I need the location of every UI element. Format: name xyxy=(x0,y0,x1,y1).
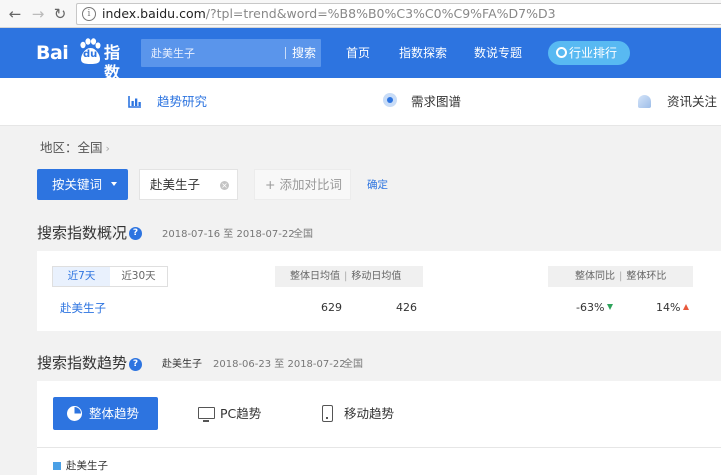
tab-pc-trend-label: PC趋势 xyxy=(220,406,262,421)
overview-date-range: 2018-07-16 至 2018-07-22 xyxy=(162,229,295,240)
region-label: 地区：全国 xyxy=(40,140,103,155)
tab-last-7-days[interactable]: 近7天 xyxy=(53,267,110,286)
demand-map-icon xyxy=(383,93,397,107)
sub-navigation: 趋势研究 需求图谱 资讯关注 xyxy=(0,78,721,126)
add-compare-button[interactable]: + 添加对比词 xyxy=(254,169,351,200)
overall-avg-value: 629 xyxy=(321,301,342,314)
url-text[interactable]: index.baidu.com/?tpl=trend&word=%B8%B0%C… xyxy=(102,6,556,22)
trend-chart-icon xyxy=(128,96,141,108)
tab-mobile-trend[interactable]: 移动趋势 xyxy=(322,397,394,430)
yoy-header: 整体同比 xyxy=(575,271,615,282)
trend-title: 搜索指数趋势 xyxy=(37,354,128,372)
info-focus-icon xyxy=(638,95,651,108)
site-info-icon[interactable]: i xyxy=(82,7,96,21)
nav-index-explore[interactable]: 指数探索 xyxy=(399,45,447,61)
yoy-value: -63% xyxy=(576,301,605,314)
keyword-chip[interactable]: 赴美生子 × xyxy=(139,169,238,200)
logo-text: Bai xyxy=(36,42,69,64)
yoy-value-cell: -63% xyxy=(576,301,614,315)
tab-overall-trend-label: 整体趋势 xyxy=(89,406,140,421)
caret-down-icon xyxy=(111,182,117,186)
search-input[interactable] xyxy=(141,39,279,67)
header-separator: | xyxy=(619,271,623,282)
ratio-column-headers: 整体同比 | 整体环比 xyxy=(548,266,693,287)
logo-du: du xyxy=(83,49,98,60)
legend-label[interactable]: 赴美生子 xyxy=(66,460,108,472)
browser-toolbar: ← → ↻ i index.baidu.com/?tpl=trend&word=… xyxy=(0,0,721,28)
search-button[interactable]: 搜索 xyxy=(287,39,321,67)
industry-rank-label: 行业排行 xyxy=(569,46,618,60)
pie-chart-icon xyxy=(67,406,82,421)
overview-keyword-link[interactable]: 赴美生子 xyxy=(60,301,106,315)
legend-swatch xyxy=(53,462,61,470)
tab-trend-research[interactable]: 趋势研究 xyxy=(128,78,218,126)
trend-divider xyxy=(37,447,721,448)
tab-info-focus[interactable]: 资讯关注 xyxy=(638,78,721,126)
down-arrow-icon xyxy=(607,304,614,310)
url-path: /?tpl=trend&word=%B8%B0%C3%C0%C9%FA%D7%D… xyxy=(205,6,556,21)
tab-info-focus-label: 资讯关注 xyxy=(667,94,718,109)
overview-card xyxy=(37,251,721,331)
header-search: 搜索 xyxy=(141,39,321,67)
trend-help-icon[interactable]: ? xyxy=(129,358,142,371)
overall-avg-header: 整体日均值 xyxy=(290,271,340,282)
nav-home[interactable]: 首页 xyxy=(346,45,370,61)
search-divider xyxy=(285,47,286,59)
rank-icon xyxy=(556,47,567,58)
tab-pc-trend[interactable]: PC趋势 xyxy=(198,397,261,430)
overview-region: 全国 xyxy=(293,229,313,240)
region-selector[interactable]: 地区：全国 › xyxy=(40,140,110,157)
url-host: index.baidu.com xyxy=(102,6,206,21)
mom-value: 14% xyxy=(656,301,681,314)
up-arrow-icon xyxy=(683,304,690,310)
mobile-avg-header: 移动日均值 xyxy=(351,271,402,282)
mobile-avg-value: 426 xyxy=(396,301,417,314)
chevron-right-icon: › xyxy=(105,142,110,155)
clear-keyword-icon[interactable]: × xyxy=(220,181,229,190)
overview-help-icon[interactable]: ? xyxy=(129,227,142,240)
avg-column-headers: 整体日均值 | 移动日均值 xyxy=(275,266,423,287)
back-arrow-icon[interactable]: ← xyxy=(6,4,24,24)
mom-header: 整体环比 xyxy=(626,271,667,282)
confirm-button[interactable]: 确定 xyxy=(367,178,388,192)
reload-icon[interactable]: ↻ xyxy=(51,4,69,24)
tab-trend-research-label: 趋势研究 xyxy=(157,94,208,109)
tab-demand-map[interactable]: 需求图谱 xyxy=(383,78,473,126)
desktop-monitor-icon xyxy=(198,407,215,422)
tab-overall-trend[interactable]: 整体趋势 xyxy=(53,397,158,430)
header-separator: | xyxy=(344,271,348,282)
industry-rank-button[interactable]: 行业排行 xyxy=(548,41,630,65)
nav-data-topics[interactable]: 数说专题 xyxy=(474,45,522,61)
keyword-mode-dropdown[interactable]: 按关键词 xyxy=(37,169,128,200)
tab-last-30-days[interactable]: 近30天 xyxy=(110,267,167,286)
keyword-mode-label: 按关键词 xyxy=(52,177,103,192)
mom-value-cell: 14% xyxy=(656,301,690,315)
trend-keyword: 赴美生子 xyxy=(162,359,202,370)
keyword-chip-text: 赴美生子 xyxy=(150,177,201,192)
tab-demand-map-label: 需求图谱 xyxy=(411,94,462,109)
site-header: Bai du 指数 搜索 首页 指数探索 数说专题 行业排行 xyxy=(0,28,721,82)
address-bar[interactable]: i index.baidu.com/?tpl=trend&word=%B8%B0… xyxy=(76,3,721,25)
tab-mobile-trend-label: 移动趋势 xyxy=(344,406,395,421)
trend-date-range: 2018-06-23 至 2018-07-22 xyxy=(213,359,346,370)
overview-title: 搜索指数概况 xyxy=(37,224,128,242)
period-tabs: 近7天 近30天 xyxy=(52,266,168,287)
mobile-phone-icon xyxy=(322,405,333,422)
trend-region: 全国 xyxy=(343,359,363,370)
forward-arrow-icon[interactable]: → xyxy=(29,4,47,24)
logo-product-name: 指数 xyxy=(104,43,120,82)
